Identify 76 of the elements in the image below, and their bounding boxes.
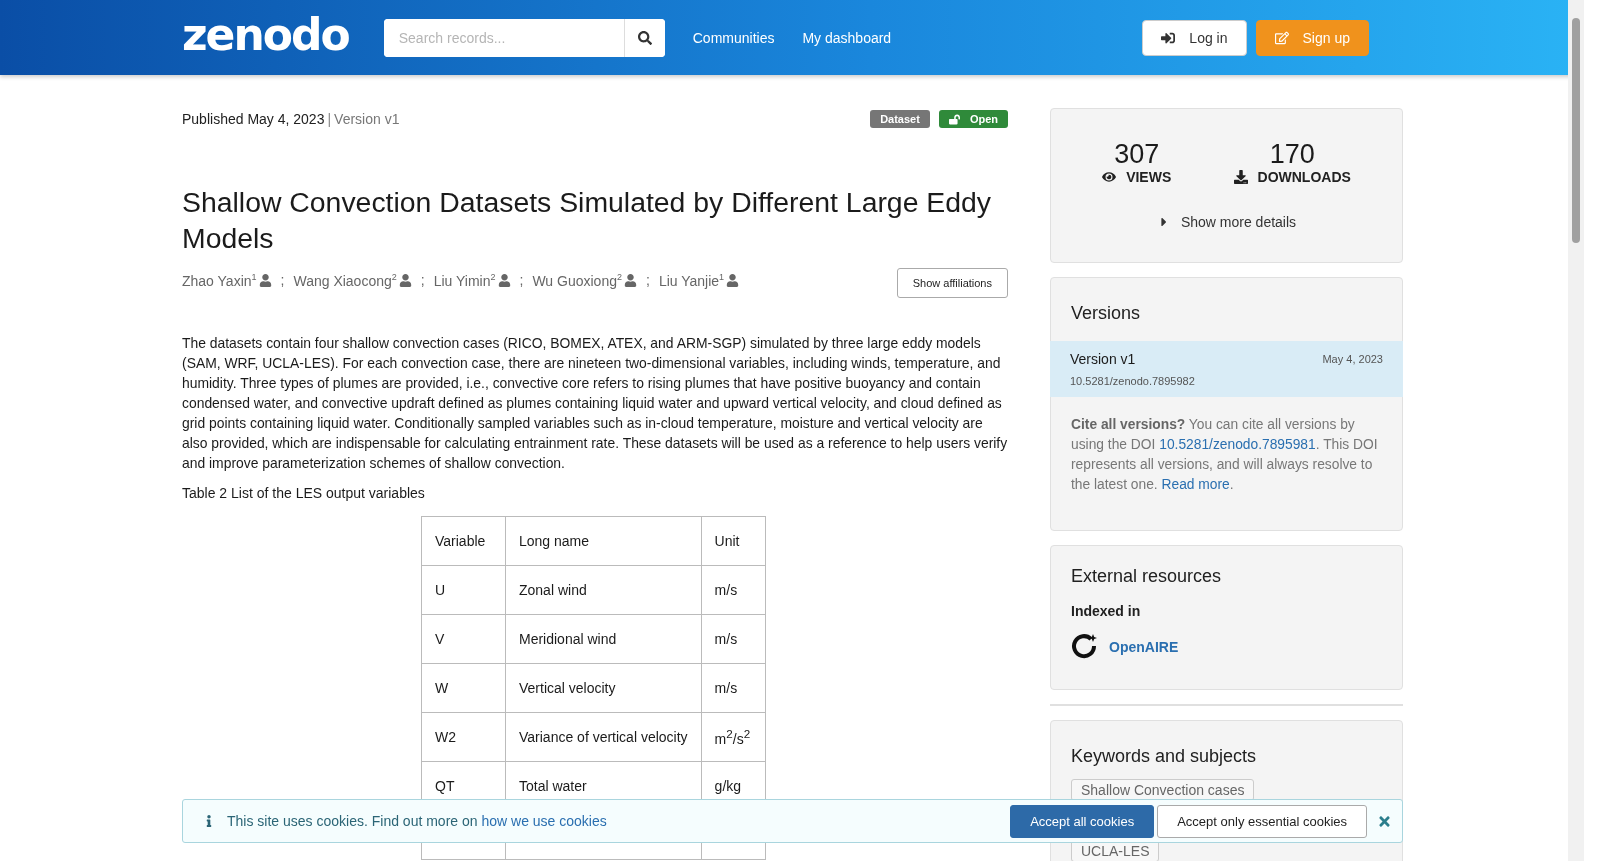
version-link[interactable]: Version v1 [1070, 351, 1136, 367]
cite-all-versions-text: Cite all versions? You can cite all versions by using the DOI 10.5281/zenodo.7895981. This DOI represents all versions, and will always resolve to the latest one. Read more. [1071, 416, 1379, 494]
type-badge: Dataset [870, 110, 930, 128]
accept-all-cookies-button[interactable]: Accept all cookies [1010, 804, 1155, 838]
accept-essential-cookies-button[interactable]: Accept only essential cookies [1157, 804, 1367, 838]
table-cell: m/s [701, 663, 766, 713]
indexed-in-label: Indexed in [1071, 603, 1142, 619]
card-title: Versions [1071, 303, 1142, 324]
author-separator: ; [420, 272, 425, 288]
stat-label: DOWNLOADS [1257, 169, 1351, 185]
table-cell: U [421, 565, 506, 615]
doi-link[interactable]: Read more [1161, 477, 1230, 492]
openaire-logo-icon [1071, 633, 1099, 661]
card-title: Keywords and subjects [1071, 746, 1258, 767]
stat-label: VIEWS [1126, 169, 1172, 185]
table-header-cell: Variable [421, 516, 506, 566]
show-affiliations-button[interactable]: Show affiliations [896, 268, 1008, 298]
edit-icon [1274, 30, 1289, 45]
cookie-policy-link[interactable]: how we use cookies [481, 813, 607, 829]
version-item[interactable]: Version v1 May 4, 2023 10.5281/zenodo.7895982 [1050, 341, 1403, 397]
record-title: Shallow Convection Datasets Simulated by Different Large Eddy Models [182, 185, 993, 256]
author-name[interactable]: Liu Yimin$^{2}$ [433, 271, 496, 289]
card-title: External resources [1071, 566, 1223, 587]
scrollbar-thumb[interactable] [1572, 18, 1580, 243]
author-name[interactable]: Wang Xiaocong$^{2}$ [293, 271, 397, 289]
nav-link[interactable]: My dashboard [802, 29, 892, 46]
nav-link[interactable]: Communities [692, 29, 775, 46]
table-cell: Vertical velocity [505, 663, 702, 713]
table-cell: V [421, 614, 506, 664]
openaire-link[interactable]: OpenAIRE [1109, 639, 1179, 655]
author-separator: ; [519, 272, 524, 288]
separator: | [327, 111, 332, 127]
search-button[interactable] [623, 18, 665, 57]
table-cell: W2 [421, 712, 506, 762]
table-cell: Zonal wind [505, 565, 702, 615]
stat-value: 307 [1114, 139, 1160, 169]
version-doi: 10.5281/zenodo.7895982 [1070, 375, 1196, 387]
user-icon [398, 273, 412, 287]
author-separator: ; [280, 272, 285, 288]
download-icon [1233, 170, 1248, 184]
published-date: Published May 4, 2023 [182, 111, 325, 127]
author-name[interactable]: Zhao Yaxin$^{1}$ [182, 271, 257, 289]
unlock-icon [948, 113, 960, 125]
table-header-cell: Long name [505, 516, 702, 566]
author-name[interactable]: Liu Yanjie$^{1}$ [658, 271, 725, 289]
show-more-details-button[interactable]: Show more details [1150, 213, 1303, 231]
author-separator: ; [646, 272, 650, 288]
user-icon [726, 273, 740, 287]
search-field[interactable]: Search records... [383, 18, 665, 57]
table-cell: m/s [701, 565, 766, 615]
search-icon [637, 30, 652, 45]
zenodo-logo[interactable]: zenodo [182, 8, 349, 61]
access-badge: Open [938, 110, 1008, 128]
cookie-message: This site uses cookies. Find out more on how we use cookies [227, 813, 607, 829]
close-icon [1377, 813, 1392, 829]
login-button[interactable]: Log in [1142, 19, 1247, 56]
stat-value: 170 [1269, 139, 1315, 169]
scrollbar[interactable] [1568, 0, 1584, 861]
user-icon [624, 273, 637, 287]
user-icon [258, 273, 272, 287]
eye-icon [1102, 170, 1117, 184]
table-cell: W [421, 663, 506, 713]
table-cell: m/s [701, 614, 766, 664]
table-cell: Meridional wind [505, 614, 702, 664]
version-date: May 4, 2023 [1322, 353, 1383, 365]
version-label: Version v1 [334, 111, 400, 127]
table-header-cell: Unit [701, 516, 766, 566]
sign-in-icon [1161, 30, 1176, 45]
table-cell: m$^{2}$/s$^{2}$ [701, 712, 766, 762]
description: The datasets contain four shallow convection cases (RICO, BOMEX, ATEX, and ARM-SGP) simulated by three large eddy models (SAM, WRF, UCLA-LES). For each convection case, there are nineteen two-dimensional variables, including winds, temperature, and humidity. Three types of plumes are provided, i.e., convective core refers to rising plumes that have positive buoyancy and contain condensed water, and convective updraft defined as plumes containing liquid water and upward vertical velocity, and cloud defined as grid points containing liquid water. Conditionally sampled variables such as in-cloud temperature, moisture and vertical velocity are also provided, which are indispensable for calculating entrainment rate. These datasets will be used as a reference to help users verify and improve parameterization schemes of shallow convection. [182, 334, 1008, 473]
user-icon [497, 273, 511, 287]
table-cell: Variance of vertical velocity [505, 712, 702, 762]
doi-link[interactable]: 10.5281/zenodo.7895981 [1159, 437, 1316, 452]
keyword-tag[interactable]: Shallow Convection cases [1071, 779, 1255, 801]
table-caption: Table 2 List of the LES output variables [182, 485, 426, 501]
author-name[interactable]: Wu Guoxiong$^{2}$ [532, 271, 622, 289]
